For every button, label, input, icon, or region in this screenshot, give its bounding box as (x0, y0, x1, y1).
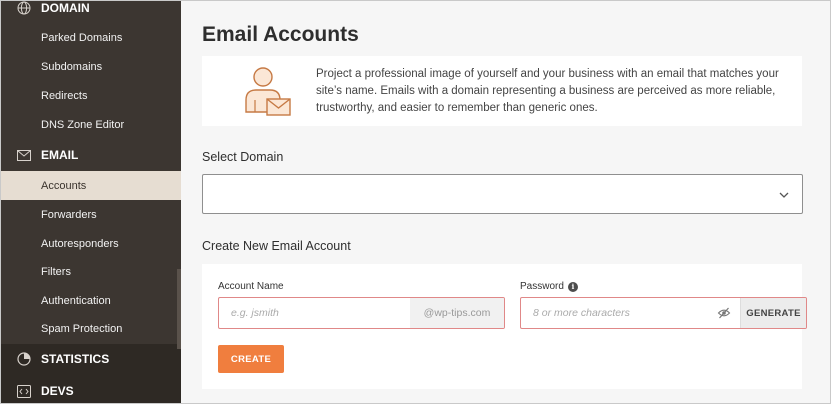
hide-password-icon[interactable] (717, 306, 731, 320)
sidebar-item-accounts[interactable]: Accounts (1, 171, 181, 200)
sidebar-item-dns-zone-editor[interactable]: DNS Zone Editor (1, 110, 181, 139)
sidebar-item-label: Authentication (41, 294, 111, 307)
sidebar-item-label: Autoresponders (41, 237, 119, 250)
sidebar-section-devs[interactable]: DEVS (1, 376, 181, 403)
person-envelope-icon (243, 66, 293, 118)
code-icon (15, 382, 33, 400)
sidebar-section-statistics[interactable]: STATISTICS (1, 344, 181, 374)
sidebar-item-label: Filters (41, 265, 71, 278)
password-label-row: Password i (520, 281, 578, 292)
chevron-down-icon (778, 188, 790, 200)
sidebar-item-authentication[interactable]: Authentication (1, 286, 181, 315)
generate-password-button[interactable]: GENERATE (740, 298, 806, 328)
info-icon[interactable]: i (567, 281, 578, 292)
intro-description: Project a professional image of yourself… (316, 68, 779, 114)
password-field: GENERATE (520, 297, 807, 329)
sidebar-item-forwarders[interactable]: Forwarders (1, 200, 181, 229)
sidebar-section-email[interactable]: EMAIL (1, 140, 181, 170)
sidebar-item-label: DNS Zone Editor (41, 118, 125, 131)
sidebar-item-label: Parked Domains (41, 31, 123, 44)
domain-suffix: @wp-tips.com (410, 298, 504, 328)
sidebar-item-autoresponders[interactable]: Autoresponders (1, 229, 181, 258)
select-domain-label: Select Domain (202, 150, 284, 164)
page-title: Email Accounts (202, 23, 359, 46)
sidebar-item-label: Accounts (41, 179, 87, 192)
sidebar-item-spam-protection[interactable]: Spam Protection (1, 314, 181, 343)
sidebar-section-domain[interactable]: DOMAIN (1, 1, 181, 23)
account-name-label: Account Name (218, 281, 284, 292)
sidebar-item-subdomains[interactable]: Subdomains (1, 52, 181, 81)
sidebar-item-redirects[interactable]: Redirects (1, 81, 181, 110)
sidebar-item-label: Subdomains (41, 60, 103, 73)
intro-card: Project a professional image of yourself… (202, 56, 802, 126)
main-content: Email Accounts Project a professional im… (181, 1, 830, 403)
sidebar-section-label: DOMAIN (41, 1, 90, 15)
sidebar-section-label: STATISTICS (41, 352, 110, 366)
globe-icon (15, 1, 33, 17)
app-window: DOMAIN Parked Domains Subdomains Redirec… (0, 0, 831, 404)
password-label: Password (520, 281, 564, 292)
account-name-field: @wp-tips.com (218, 297, 505, 329)
account-name-input[interactable] (219, 298, 409, 328)
sidebar-section-label: DEVS (41, 384, 74, 398)
sidebar-section-label: EMAIL (41, 148, 79, 162)
sidebar-item-parked-domains[interactable]: Parked Domains (1, 23, 181, 52)
password-input[interactable] (521, 298, 701, 328)
pie-chart-icon (15, 350, 33, 368)
sidebar: DOMAIN Parked Domains Subdomains Redirec… (1, 1, 181, 403)
create-account-form: Account Name Password i @wp-tips.com GEN… (202, 264, 807, 389)
create-account-heading: Create New Email Account (202, 239, 351, 253)
select-domain-dropdown[interactable] (202, 174, 803, 214)
envelope-icon (15, 146, 33, 164)
create-button[interactable]: CREATE (218, 345, 284, 373)
sidebar-item-label: Forwarders (41, 208, 97, 221)
sidebar-item-label: Spam Protection (41, 322, 123, 335)
sidebar-item-filters[interactable]: Filters (1, 257, 181, 286)
sidebar-item-label: Redirects (41, 89, 88, 102)
